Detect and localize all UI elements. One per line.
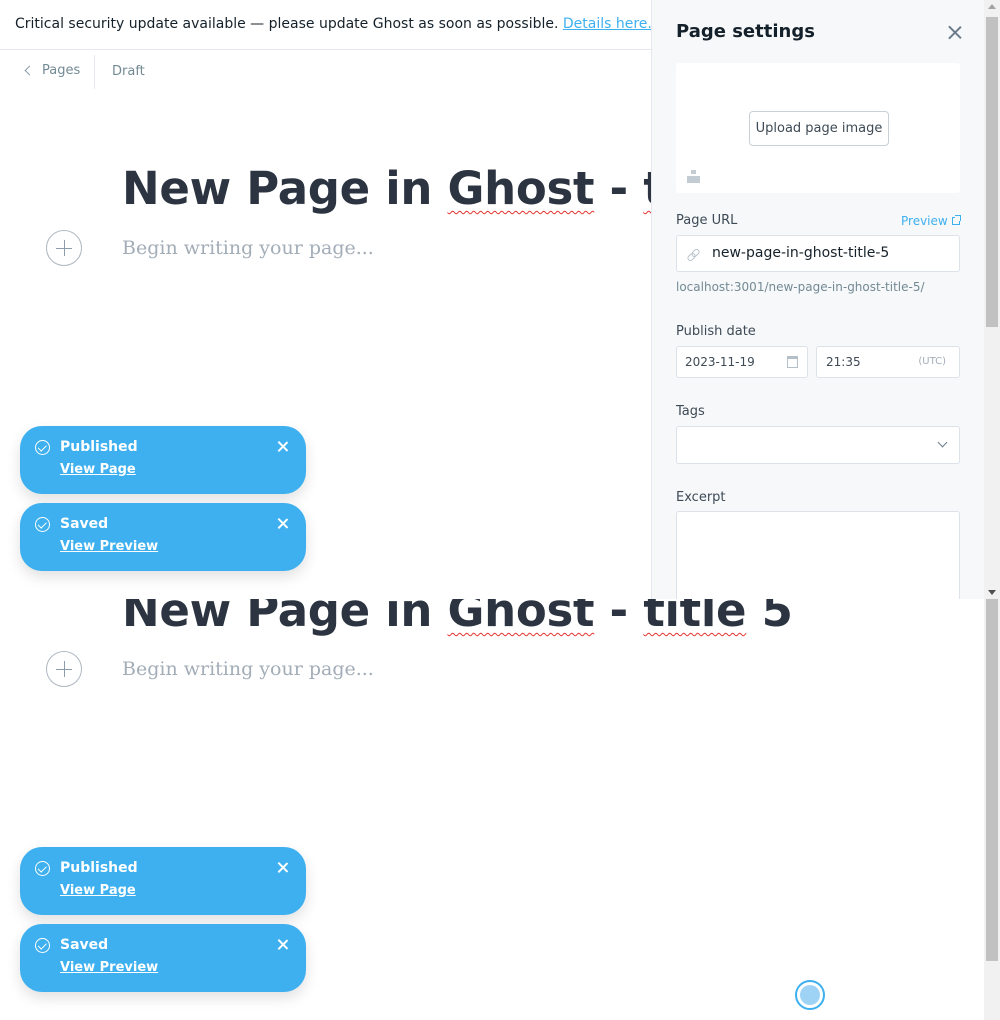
page-url-label: Page URL: [676, 213, 738, 228]
alert-message: Critical security update available — ple…: [15, 16, 559, 32]
page-image-dropzone[interactable]: Upload page image: [676, 63, 960, 193]
toast-published: Published View Page: [20, 847, 306, 915]
back-label: Pages: [42, 63, 81, 78]
alert-details-link[interactable]: Details here.: [563, 16, 652, 32]
page-url-value: new-page-in-ghost-title-5: [712, 245, 890, 261]
excerpt-label: Excerpt: [676, 490, 726, 505]
scrollbar-thumb[interactable]: [986, 599, 998, 961]
add-card-button[interactable]: [46, 651, 82, 687]
page-title-repeat[interactable]: New Page in Ghost - title 5: [122, 599, 793, 633]
check-circle-icon: [35, 517, 50, 532]
check-circle-icon: [35, 861, 50, 876]
page-url-full: localhost:3001/new-page-in-ghost-title-5…: [676, 280, 925, 294]
publish-time-input[interactable]: 21:35 (UTC): [816, 346, 960, 378]
page-url-input[interactable]: new-page-in-ghost-title-5: [676, 235, 960, 272]
chevron-left-icon: [24, 65, 35, 76]
title-text-number: 5: [746, 599, 793, 637]
close-icon[interactable]: [948, 25, 962, 39]
check-circle-icon: [35, 440, 50, 455]
toast-view-page-link[interactable]: View Page: [60, 462, 136, 477]
settings-title: Page settings: [676, 21, 815, 42]
panel-scrollbar[interactable]: [984, 0, 1000, 599]
close-icon[interactable]: [277, 441, 289, 453]
timezone-label: (UTC): [918, 356, 946, 367]
upload-page-image-button[interactable]: Upload page image: [749, 111, 889, 146]
time-value: 21:35: [826, 355, 861, 369]
toast-view-page-link[interactable]: View Page: [60, 883, 136, 898]
loading-spinner-icon: [795, 980, 825, 1010]
toast-saved: Saved View Preview: [20, 924, 306, 992]
body-placeholder[interactable]: Begin writing your page...: [122, 237, 374, 259]
status-draft: Draft: [112, 64, 145, 79]
unsplash-icon[interactable]: [687, 170, 701, 183]
security-alert-bar: Critical security update available — ple…: [0, 0, 652, 50]
tags-input[interactable]: [676, 426, 960, 464]
calendar-icon[interactable]: [787, 356, 798, 368]
title-text-dash: -: [594, 599, 644, 637]
preview-link[interactable]: Preview: [901, 214, 961, 228]
top-viewport: Critical security update available — ple…: [0, 0, 1000, 599]
breadcrumb-divider: [94, 55, 95, 89]
excerpt-textarea[interactable]: [676, 511, 960, 599]
page-scrollbar[interactable]: [984, 599, 1000, 1020]
link-icon: [687, 248, 699, 260]
toast-title: Saved: [60, 516, 109, 532]
date-value: 2023-11-19: [685, 355, 755, 369]
bottom-viewport: New Page in Ghost - title 5 Begin writin…: [0, 599, 1000, 1020]
publish-date-label: Publish date: [676, 324, 756, 339]
close-icon[interactable]: [277, 862, 289, 874]
title-text: New Page in: [122, 599, 448, 637]
title-text-ghost: Ghost: [447, 599, 595, 637]
scrollbar-thumb[interactable]: [986, 17, 998, 327]
toast-saved: Saved View Preview: [20, 503, 306, 571]
toast-title: Published: [60, 860, 138, 876]
preview-label: Preview: [901, 214, 948, 228]
back-to-pages-link[interactable]: Pages: [24, 63, 81, 78]
scroll-up-arrow-icon[interactable]: [988, 4, 996, 9]
title-text: New Page in: [122, 162, 448, 215]
chevron-down-icon[interactable]: [937, 437, 948, 448]
check-circle-icon: [35, 938, 50, 953]
title-text-dash: -: [594, 162, 644, 215]
toast-view-preview-link[interactable]: View Preview: [60, 960, 158, 975]
close-icon[interactable]: [277, 939, 289, 951]
tags-label: Tags: [676, 404, 705, 419]
external-link-icon: [951, 215, 961, 225]
toast-view-preview-link[interactable]: View Preview: [60, 539, 158, 554]
close-icon[interactable]: [277, 518, 289, 530]
toast-published: Published View Page: [20, 426, 306, 494]
toast-title: Published: [60, 439, 138, 455]
body-placeholder[interactable]: Begin writing your page...: [122, 658, 374, 680]
scroll-down-arrow-icon[interactable]: [988, 590, 996, 595]
publish-date-input[interactable]: 2023-11-19: [676, 346, 808, 378]
add-card-button[interactable]: [46, 230, 82, 266]
toast-title: Saved: [60, 937, 109, 953]
page-settings-panel: Page settings Upload page image Page URL…: [651, 0, 984, 599]
title-text-ghost: Ghost: [447, 162, 595, 215]
title-text-title: title: [643, 599, 747, 637]
